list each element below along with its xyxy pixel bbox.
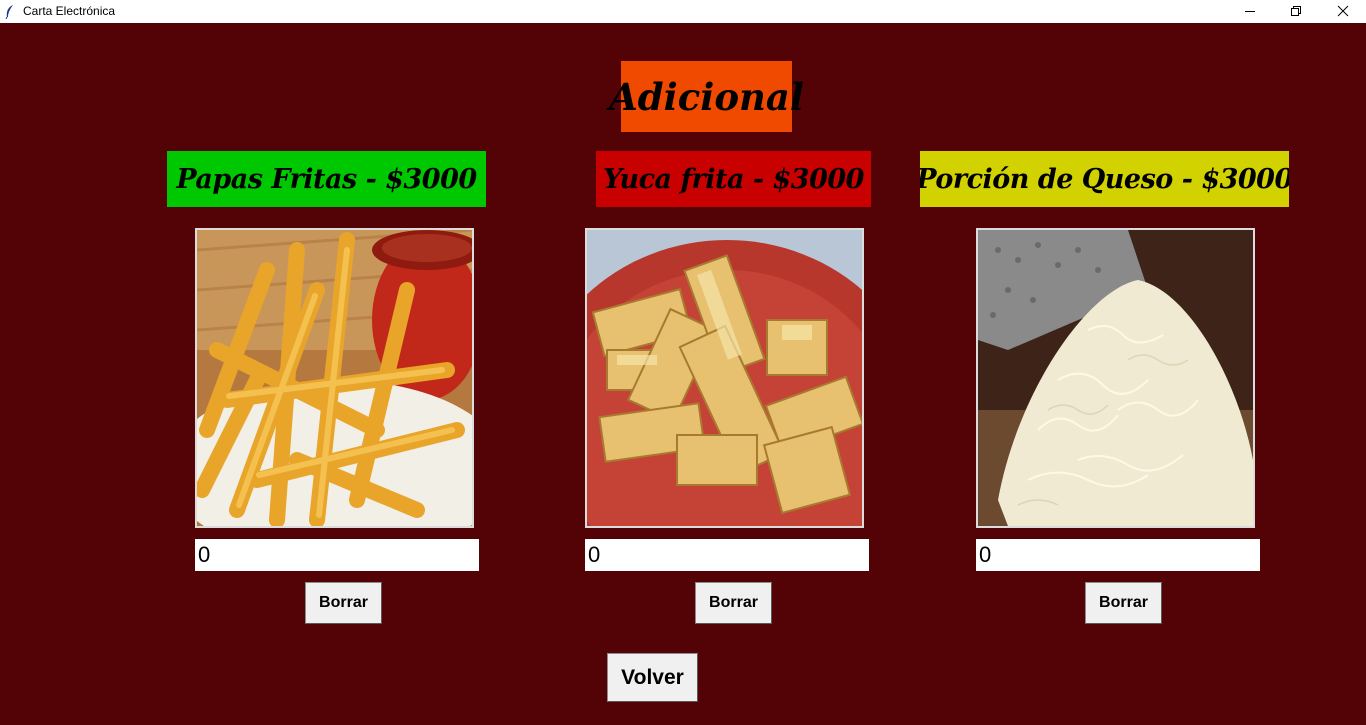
back-button[interactable]: Volver	[607, 653, 698, 702]
feather-icon	[5, 5, 13, 19]
item-label-porcion-queso: Porción de Queso - $3000	[920, 151, 1289, 207]
minimize-button[interactable]	[1227, 0, 1273, 23]
item-label-yuca-frita: Yuca frita - $3000	[596, 151, 871, 207]
close-button[interactable]	[1320, 0, 1366, 23]
clear-button-papas-fritas[interactable]: Borrar	[305, 582, 382, 624]
page-title: Adicional	[609, 61, 804, 132]
clear-button-porcion-queso[interactable]: Borrar	[1085, 582, 1162, 624]
quantity-input-papas-fritas[interactable]	[195, 539, 479, 571]
french-fries-photo	[195, 228, 474, 528]
quantity-input-yuca-frita[interactable]	[585, 539, 869, 571]
window-title: Carta Electrónica	[23, 4, 116, 18]
restore-button[interactable]	[1273, 0, 1319, 23]
clear-button-yuca-frita[interactable]: Borrar	[695, 582, 772, 624]
grated-cheese-photo	[976, 228, 1255, 528]
quantity-input-porcion-queso[interactable]	[976, 539, 1260, 571]
close-icon	[1337, 5, 1349, 17]
minimize-icon	[1245, 11, 1255, 12]
item-label-papas-fritas: Papas Fritas - $3000	[167, 151, 486, 207]
restore-icon	[1291, 6, 1301, 16]
fried-yuca-photo	[585, 228, 864, 528]
window-titlebar: Carta Electrónica	[0, 0, 1366, 23]
